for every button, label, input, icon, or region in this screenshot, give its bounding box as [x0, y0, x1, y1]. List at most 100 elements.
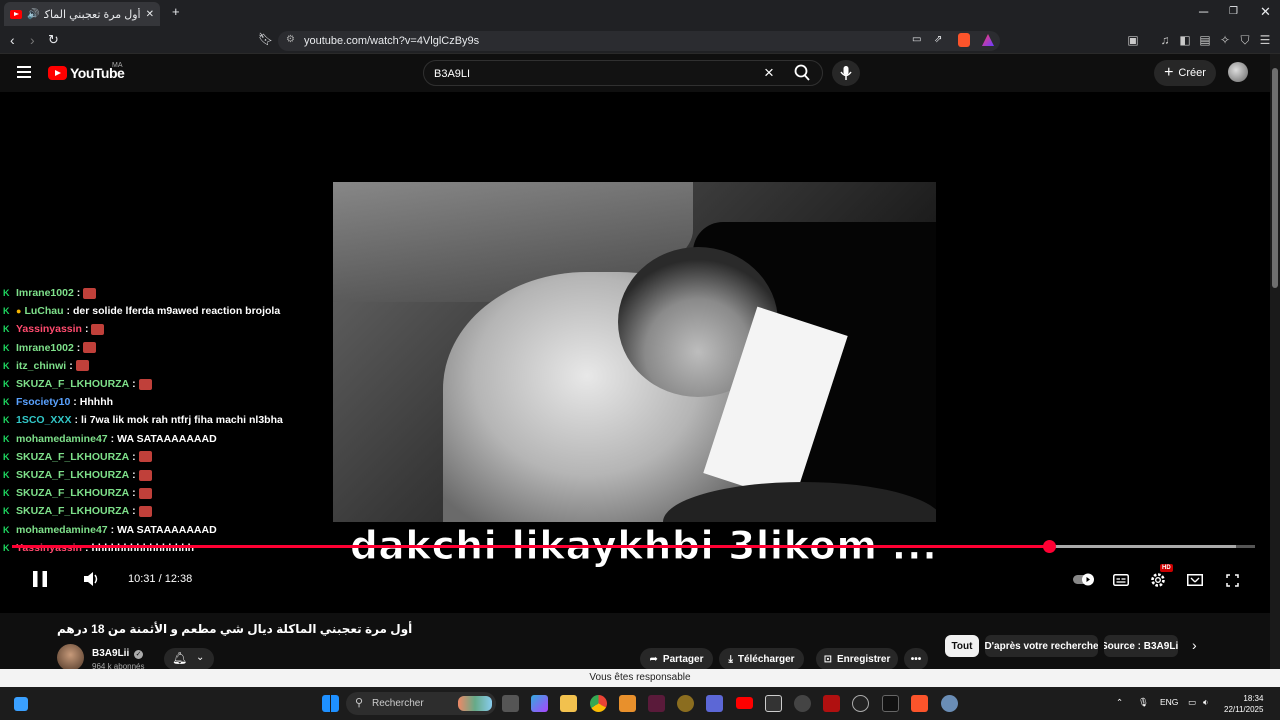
clear-search-icon[interactable]: ×	[764, 63, 774, 83]
windows-start-icon[interactable]	[322, 695, 339, 712]
panel-icon[interactable]: ◧	[1178, 33, 1192, 47]
brave-shields-icon[interactable]	[958, 33, 970, 47]
media-icon[interactable]: ♫	[1158, 33, 1172, 47]
minimize-button[interactable]: ─	[1199, 4, 1208, 19]
chat-username[interactable]: SKUZA_F_LKHOURZA	[16, 375, 129, 393]
settings-taskbar-icon[interactable]	[941, 695, 958, 712]
captions-icon[interactable]	[1113, 574, 1129, 586]
cast-icon[interactable]: ▭	[912, 34, 921, 45]
hamburger-menu-icon[interactable]	[17, 66, 31, 78]
save-button[interactable]: ⊡ Enregistrer	[816, 648, 898, 670]
task-view-icon[interactable]	[14, 697, 28, 711]
app-yellow-icon[interactable]	[677, 695, 694, 712]
chat-message: K SKUZA_F_LKHOURZA:	[3, 502, 333, 520]
tray-chevron-icon[interactable]: ⌃	[1116, 697, 1123, 708]
more-actions-button[interactable]: •••	[904, 648, 928, 670]
miniplayer-icon[interactable]	[1187, 574, 1203, 586]
copilot-icon[interactable]	[531, 695, 548, 712]
site-info-icon[interactable]: ⚙	[286, 34, 295, 45]
tab-close-button[interactable]: ✕	[146, 9, 154, 20]
app-cat-icon[interactable]	[794, 695, 811, 712]
search-input[interactable]	[434, 65, 754, 83]
account-avatar[interactable]	[1228, 62, 1248, 82]
chip-all[interactable]: Tout	[945, 635, 979, 657]
video-frame[interactable]	[333, 182, 936, 522]
teams-icon[interactable]	[706, 695, 723, 712]
fullscreen-icon[interactable]	[1226, 574, 1239, 587]
chat-emote-icon	[83, 287, 97, 299]
autoplay-toggle[interactable]	[1073, 573, 1095, 586]
chip-source[interactable]: Source : B3A9Lii	[1104, 635, 1178, 657]
tray-mic-icon[interactable]: 🎙︎	[1138, 697, 1149, 708]
share-button[interactable]: ➦ Partager	[640, 648, 713, 670]
search-icon[interactable]	[794, 64, 810, 82]
taskbar-search[interactable]: ⚲ Rechercher	[346, 692, 496, 715]
scrollbar-thumb[interactable]	[1272, 68, 1278, 288]
video-info-area: أول مرة تعجبني الماكلة ديال شي مطعم و ال…	[0, 613, 1270, 671]
chrome-icon[interactable]	[590, 695, 607, 712]
pause-icon[interactable]	[32, 570, 48, 588]
system-clock[interactable]: 18:34 22/11/2025	[1224, 693, 1263, 715]
speaker-icon[interactable]: 🔊	[27, 9, 39, 20]
chat-username[interactable]: SKUZA_F_LKHOURZA	[16, 466, 129, 484]
chat-username[interactable]: mohamedamine47	[16, 521, 108, 539]
brave-taskbar-icon[interactable]	[911, 695, 928, 712]
back-button[interactable]: ‹	[10, 32, 15, 48]
video-player[interactable]: K Imrane1002: K ● LuChau: der solide lferda m…	[0, 92, 1270, 613]
settings-gear-icon[interactable]	[1150, 572, 1166, 588]
chevron-down-icon: ⌄	[196, 652, 205, 663]
address-bar[interactable]: ⚙ youtube.com/watch?v=4VlglCzBy9s ▭ ⇗	[278, 31, 1000, 51]
chat-username[interactable]: LuChau	[24, 302, 63, 320]
app-orange-icon[interactable]	[619, 695, 636, 712]
voice-search-button[interactable]	[832, 60, 860, 86]
fn-app-icon[interactable]	[765, 695, 782, 712]
xm-app-icon[interactable]	[882, 695, 899, 712]
download-button[interactable]: ⤓ Télécharger	[719, 648, 804, 670]
file-explorer-icon[interactable]	[560, 695, 577, 712]
chat-username[interactable]: SKUZA_F_LKHOURZA	[16, 484, 129, 502]
new-tab-button[interactable]: +	[172, 4, 180, 19]
progress-bar[interactable]	[12, 540, 1255, 553]
chat-message: K SKUZA_F_LKHOURZA:	[3, 466, 333, 484]
menu-icon[interactable]: ☰	[1258, 33, 1272, 47]
chat-username[interactable]: itz_chinwi	[16, 357, 66, 375]
app-circle-icon[interactable]	[852, 695, 869, 712]
sidebar-icon[interactable]: ▣	[1126, 33, 1140, 47]
youtube-logo[interactable]: YouTube MA	[48, 62, 125, 81]
channel-name[interactable]: B3A9Lii ✓	[92, 648, 144, 659]
input-language[interactable]: ENG	[1160, 697, 1178, 707]
volume-icon[interactable]	[82, 570, 100, 588]
restore-button[interactable]: ❐	[1229, 6, 1238, 17]
chat-username[interactable]: mohamedamine47	[16, 430, 108, 448]
page-scrollbar[interactable]	[1270, 54, 1280, 669]
channel-avatar[interactable]	[57, 644, 84, 671]
youtube-taskbar-icon[interactable]	[736, 697, 753, 709]
subscribe-notification-button[interactable]: 🔔︎ ⌄	[164, 648, 214, 670]
app-red-icon[interactable]	[823, 695, 840, 712]
chips-next-icon[interactable]: ›	[1192, 637, 1197, 653]
forward-button[interactable]: ›	[30, 32, 35, 48]
bookmark-icon[interactable]: 🔖︎	[258, 32, 273, 46]
volume-tray-icon[interactable]: 🔉︎	[1203, 697, 1208, 708]
chat-username[interactable]: Fsociety10	[16, 393, 70, 411]
wallet-icon[interactable]: ▤	[1198, 33, 1212, 47]
reload-button[interactable]: ↻	[48, 32, 59, 48]
chip-related-search[interactable]: D'après votre recherche	[985, 635, 1098, 657]
browser-tab-youtube[interactable]: 🔊 أول مرة تعجبني الماكلة ديال شـ ✕	[4, 2, 160, 26]
chat-username[interactable]: Yassinyassin	[16, 320, 82, 338]
task-view-app-icon[interactable]	[502, 695, 519, 712]
network-icon[interactable]: ▭	[1188, 697, 1196, 708]
brave-rewards-icon[interactable]	[982, 34, 994, 46]
create-button[interactable]: + Créer	[1154, 60, 1216, 86]
app-v-icon[interactable]	[648, 695, 665, 712]
window-close-button[interactable]: ✕	[1260, 4, 1271, 20]
chat-username[interactable]: SKUZA_F_LKHOURZA	[16, 502, 129, 520]
chat-username[interactable]: 1SCO_XXX	[16, 411, 71, 429]
leo-ai-icon[interactable]: ✧	[1218, 33, 1232, 47]
chat-username[interactable]: Imrane1002	[16, 339, 74, 357]
vpn-icon[interactable]: ⛉	[1238, 33, 1252, 47]
chat-username[interactable]: SKUZA_F_LKHOURZA	[16, 448, 129, 466]
scrubber-handle[interactable]	[1042, 540, 1056, 553]
share-icon[interactable]: ⇗	[934, 34, 942, 45]
chat-username[interactable]: Imrane1002	[16, 284, 74, 302]
